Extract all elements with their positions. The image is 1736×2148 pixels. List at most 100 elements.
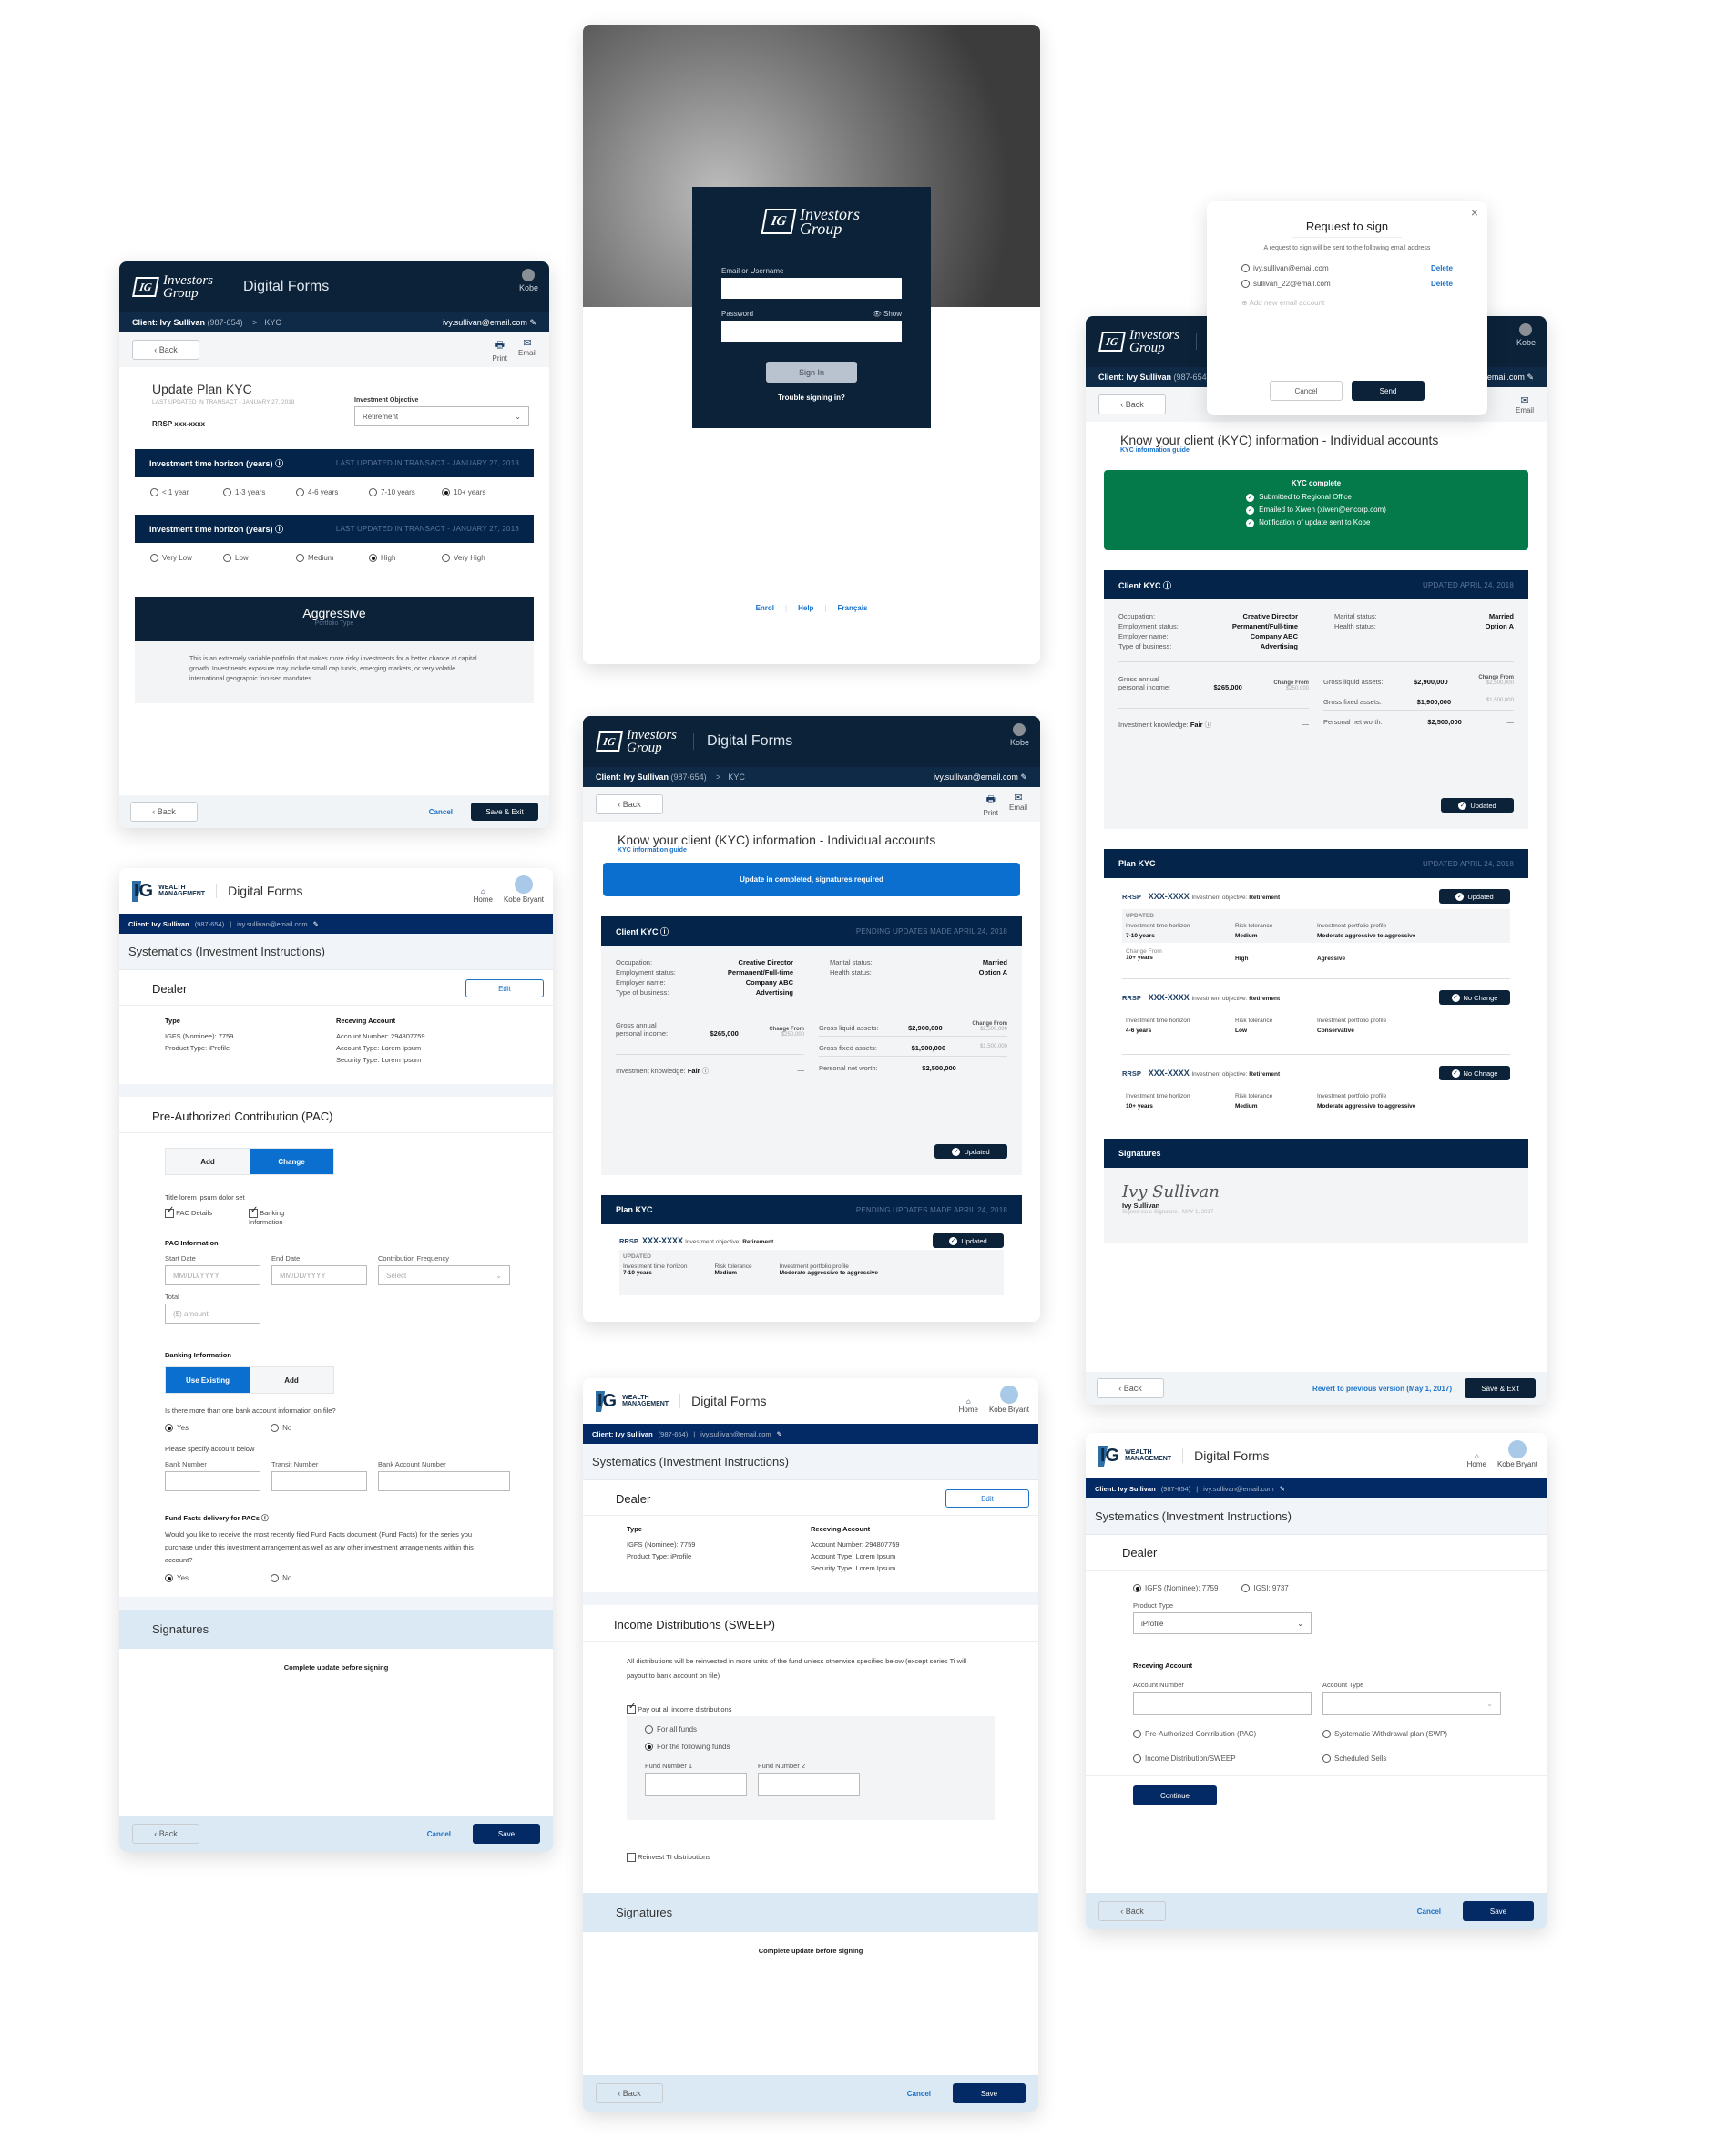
back-button[interactable]: ‹ Back — [1097, 1378, 1164, 1398]
info-icon[interactable]: ⓘ — [261, 1514, 269, 1522]
end-date-input[interactable]: MM/DD/YYYY — [271, 1265, 367, 1286]
save-exit-button[interactable]: Save & Exit — [1465, 1378, 1536, 1398]
edit-icon[interactable]: ✎ — [1280, 1485, 1285, 1493]
user-menu[interactable]: Kobe — [1516, 323, 1536, 347]
total-amount-input[interactable]: ($) amount — [165, 1304, 260, 1325]
close-icon[interactable]: × — [1471, 205, 1478, 220]
fund-number-2-input[interactable] — [758, 1773, 860, 1797]
home-button[interactable]: ⌂ Home — [959, 1397, 978, 1414]
all-funds-radio[interactable]: For all funds — [645, 1725, 697, 1734]
risk-option-radio[interactable]: Low — [223, 554, 296, 562]
back-button[interactable]: ‹ Back — [1098, 394, 1166, 414]
save-button[interactable]: Save — [1463, 1901, 1534, 1921]
fund-number-1-input[interactable] — [645, 1773, 747, 1797]
horizon-option-radio[interactable]: 7-10 years — [369, 488, 442, 496]
use-existing-tab[interactable]: Use Existing — [166, 1367, 250, 1394]
fund-facts-no-radio[interactable]: No — [271, 1574, 291, 1583]
back-button[interactable]: ‹ Back — [132, 1824, 199, 1844]
trouble-signing-in-link[interactable]: Trouble signing in? — [721, 394, 902, 402]
user-menu[interactable]: Kobe Bryant — [1497, 1440, 1537, 1468]
kyc-guide-link[interactable]: KYC information guide — [618, 847, 1006, 854]
save-button[interactable]: Save — [953, 2083, 1026, 2103]
footer-link[interactable]: Enrol — [756, 604, 774, 612]
revert-link[interactable]: Revert to previous version (May 1, 2017) — [1312, 1385, 1452, 1393]
back-button[interactable]: ‹ Back — [132, 340, 199, 360]
password-input[interactable] — [721, 321, 902, 342]
add-email-button[interactable]: ⊕ Add new email account — [1207, 295, 1487, 311]
info-icon[interactable]: ⓘ — [275, 459, 283, 468]
add-bank-tab[interactable]: Add — [250, 1367, 333, 1394]
send-button[interactable]: Send — [1352, 381, 1425, 401]
yes-radio[interactable]: Yes — [165, 1424, 189, 1433]
home-button[interactable]: ⌂ Home — [474, 887, 493, 904]
edit-pencil-icon[interactable]: ✎ — [1527, 373, 1534, 382]
add-tab[interactable]: Add — [166, 1149, 250, 1174]
change-tab[interactable]: Change — [250, 1149, 333, 1174]
print-button[interactable]: 🖶 Print — [984, 792, 998, 817]
user-menu[interactable]: Kobe — [519, 269, 538, 292]
igsi-radio[interactable]: IGSI: 9737 — [1241, 1584, 1289, 1592]
email-radio[interactable]: sullivan_22@email.com — [1241, 280, 1331, 288]
back-button[interactable]: ‹ Back — [1098, 1901, 1166, 1921]
info-icon[interactable]: ⓘ — [660, 927, 669, 936]
frequency-select[interactable]: Select ⌄ — [378, 1265, 510, 1286]
pac-radio[interactable]: Pre-Authorized Contribution (PAC) — [1133, 1730, 1322, 1738]
cancel-link[interactable]: Cancel — [427, 1830, 451, 1838]
horizon-option-radio[interactable]: 4-6 years — [296, 488, 369, 496]
swp-radio[interactable]: Systematic Withdrawal plan (SWP) — [1322, 1730, 1505, 1738]
pac-details-checkbox[interactable]: PAC Details — [165, 1205, 212, 1226]
account-type-select[interactable]: ⌄ — [1322, 1692, 1501, 1715]
print-button[interactable]: 🖶 Print — [493, 337, 507, 363]
fund-facts-yes-radio[interactable]: Yes — [165, 1574, 189, 1583]
account-number-input[interactable] — [1133, 1692, 1312, 1715]
save-button[interactable]: Save — [473, 1824, 540, 1844]
horizon-option-radio[interactable]: < 1 year — [150, 488, 223, 496]
cancel-link[interactable]: Cancel — [907, 2090, 931, 2098]
back-button[interactable]: ‹ Back — [596, 2083, 663, 2103]
show-password-toggle[interactable]: 👁 Show — [873, 310, 902, 318]
risk-option-radio[interactable]: High — [369, 554, 442, 562]
transit-number-input[interactable] — [271, 1471, 367, 1492]
horizon-option-radio[interactable]: 1-3 years — [223, 488, 296, 496]
payout-checkbox[interactable]: Pay out all income distributions — [627, 1702, 995, 1715]
edit-icon[interactable]: ✎ — [313, 920, 319, 928]
edit-pencil-icon[interactable]: ✎ — [529, 318, 536, 327]
risk-option-radio[interactable]: Very High — [442, 554, 515, 562]
sweep-radio[interactable]: Income Distribution/SWEEP — [1133, 1754, 1322, 1763]
info-icon[interactable]: ⓘ — [275, 525, 283, 534]
breadcrumb[interactable]: KYC — [728, 772, 745, 782]
delete-email-link[interactable]: Delete — [1431, 264, 1453, 272]
continue-button[interactable]: Continue — [1133, 1785, 1217, 1805]
info-icon[interactable]: ⓘ — [702, 1067, 710, 1075]
footer-link[interactable]: Français — [838, 604, 868, 612]
bank-account-input[interactable] — [378, 1471, 510, 1492]
bank-number-input[interactable] — [165, 1471, 260, 1492]
kyc-guide-link[interactable]: KYC information guide — [1120, 447, 1512, 454]
no-radio[interactable]: No — [271, 1424, 291, 1433]
edit-button[interactable]: Edit — [945, 1489, 1029, 1508]
cancel-link[interactable]: Cancel — [1417, 1908, 1441, 1916]
user-menu[interactable]: Kobe Bryant — [989, 1386, 1029, 1414]
email-button[interactable]: ✉ Email — [518, 337, 536, 363]
horizon-option-radio[interactable]: 10+ years — [442, 488, 515, 496]
email-button[interactable]: ✉ Email — [1009, 792, 1027, 817]
sign-in-button[interactable]: Sign In — [766, 362, 857, 383]
info-icon[interactable]: ⓘ — [1205, 721, 1212, 729]
email-input[interactable] — [721, 278, 902, 299]
igfs-radio[interactable]: IGFS (Nominee): 7759 — [1133, 1584, 1218, 1592]
info-icon[interactable]: ⓘ — [1163, 581, 1171, 590]
scheduled-sells-radio[interactable]: Scheduled Sells — [1322, 1754, 1505, 1763]
user-menu[interactable]: Kobe Bryant — [504, 875, 544, 904]
edit-pencil-icon[interactable]: ✎ — [1020, 772, 1027, 782]
edit-icon[interactable]: ✎ — [777, 1430, 782, 1438]
edit-button[interactable]: Edit — [465, 979, 544, 997]
investment-objective-select[interactable]: Retirement ⌄ — [354, 406, 529, 426]
start-date-input[interactable]: MM/DD/YYYY — [165, 1265, 260, 1286]
back-button[interactable]: ‹ Back — [596, 794, 663, 814]
home-button[interactable]: ⌂ Home — [1467, 1452, 1486, 1468]
risk-option-radio[interactable]: Very Low — [150, 554, 223, 562]
cancel-link[interactable]: Cancel — [429, 808, 453, 816]
cancel-button[interactable]: Cancel — [1270, 381, 1343, 401]
user-menu[interactable]: Kobe — [1010, 723, 1029, 747]
email-radio[interactable]: ivy.sullivan@email.com — [1241, 264, 1329, 272]
